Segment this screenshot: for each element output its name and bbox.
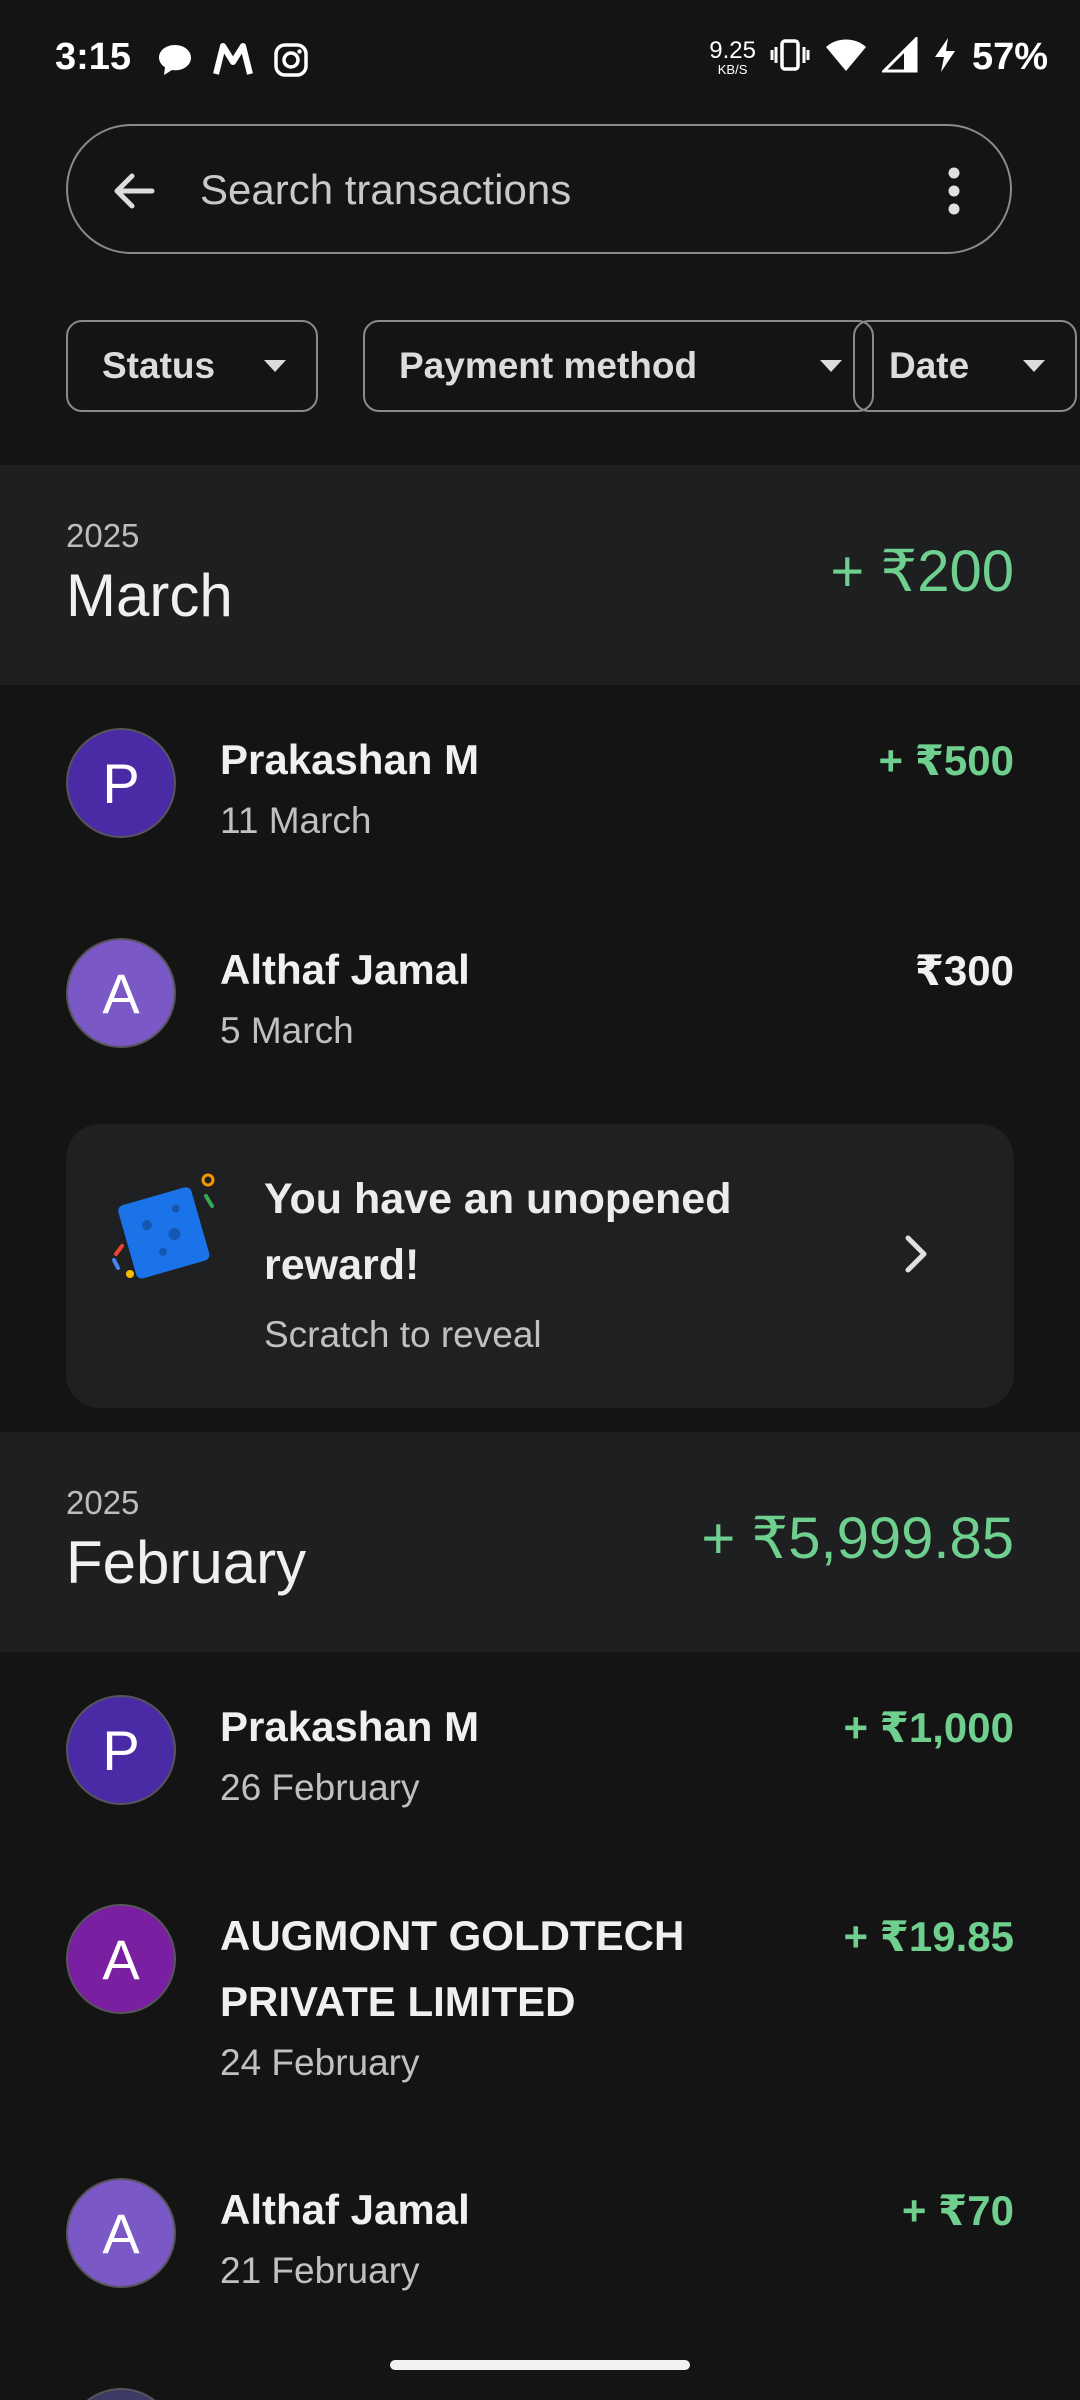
transaction-date: 24 February xyxy=(220,2042,420,2083)
dropdown-arrow-icon xyxy=(1023,360,1045,372)
net-speed: 9.25 KB/S xyxy=(709,37,756,77)
back-arrow-icon[interactable] xyxy=(108,165,160,217)
reward-card[interactable]: You have an unopened reward! Scratch to … xyxy=(66,1124,1014,1408)
reward-title: You have an unopened reward! xyxy=(264,1175,732,1289)
avatar: A xyxy=(66,2178,176,2288)
payee-name: Althaf Jamal xyxy=(220,2186,470,2233)
chevron-right-icon xyxy=(896,1224,936,1284)
transaction-date: 11 March xyxy=(220,800,372,841)
status-right: 9.25 KB/S 57% xyxy=(709,35,1048,79)
status-app-icons xyxy=(155,40,311,80)
transaction-date: 21 February xyxy=(220,2250,420,2291)
month-year: 2025 xyxy=(66,1484,140,1521)
net-speed-unit: KB/S xyxy=(717,62,748,77)
payee-name: Prakashan M xyxy=(220,1703,480,1750)
status-filter-chip[interactable]: Status xyxy=(66,320,318,412)
chip-label: Date xyxy=(889,345,970,386)
transaction-row[interactable]: A Althaf Jamal 5 March ₹300 xyxy=(0,910,1080,1090)
search-bar[interactable]: Search transactions xyxy=(66,124,1012,254)
payee-name: AUGMONT GOLDTECH PRIVATE LIMITED xyxy=(220,1912,685,2025)
payee-name: Prakashan M xyxy=(220,736,480,783)
avatar: P xyxy=(66,728,176,838)
payee-name: Althaf Jamal xyxy=(220,946,470,993)
transaction-row[interactable]: A AUGMONT GOLDTECH PRIVATE LIMITED 24 Fe… xyxy=(0,1876,1080,2106)
transaction-date: 26 February xyxy=(220,1767,420,1808)
wifi-icon xyxy=(824,37,868,78)
chat-bubble-icon xyxy=(155,40,195,80)
transaction-amount: ₹300 xyxy=(914,947,1014,994)
more-options-icon[interactable] xyxy=(944,165,964,217)
net-speed-value: 9.25 xyxy=(709,37,756,64)
battery-percent: 57% xyxy=(971,36,1048,78)
cell-signal-icon xyxy=(880,35,918,78)
vibrate-icon xyxy=(770,37,810,78)
month-total: + ₹200 xyxy=(830,539,1014,604)
screen: 3:15 9.25 KB/S 57% Search transactions S… xyxy=(0,0,1080,2400)
instagram-icon xyxy=(271,40,311,80)
scratch-card-icon xyxy=(106,1166,226,1286)
transaction-amount: + ₹19.85 xyxy=(843,1913,1014,1960)
dropdown-arrow-icon xyxy=(820,360,842,372)
search-input[interactable]: Search transactions xyxy=(200,166,571,214)
chip-label: Payment method xyxy=(399,345,698,386)
avatar: A xyxy=(66,1904,176,2014)
myntra-icon xyxy=(213,40,253,80)
status-time: 3:15 xyxy=(55,36,132,78)
month-total: + ₹5,999.85 xyxy=(701,1506,1014,1571)
transaction-row[interactable]: P Prakashan M 11 March + ₹500 xyxy=(0,700,1080,880)
date-filter-chip[interactable]: Date xyxy=(853,320,1077,412)
month-name: March xyxy=(66,562,233,629)
month-header-february: 2025 February + ₹5,999.85 xyxy=(0,1432,1080,1652)
chip-label: Status xyxy=(102,345,216,386)
month-header-march: 2025 March + ₹200 xyxy=(0,465,1080,685)
avatar: P xyxy=(66,1695,176,1805)
payment-method-filter-chip[interactable]: Payment method xyxy=(363,320,874,412)
transaction-amount: + ₹500 xyxy=(878,737,1015,784)
transaction-row[interactable]: A Althaf Jamal 21 February + ₹70 xyxy=(0,2150,1080,2330)
dropdown-arrow-icon xyxy=(264,360,286,372)
transaction-amount: + ₹70 xyxy=(901,2187,1014,2234)
home-indicator[interactable] xyxy=(390,2360,690,2370)
transaction-amount: + ₹1,000 xyxy=(843,1704,1014,1751)
avatar: A xyxy=(66,938,176,1048)
reward-subtitle: Scratch to reveal xyxy=(264,1314,542,1355)
status-bar: 3:15 9.25 KB/S 57% xyxy=(0,0,1080,120)
transaction-row[interactable]: P Prakashan M 26 February + ₹1,000 xyxy=(0,1667,1080,1847)
month-name: February xyxy=(66,1529,307,1596)
avatar xyxy=(66,2388,176,2400)
transaction-date: 5 March xyxy=(220,1010,354,1051)
charging-icon xyxy=(932,36,958,79)
month-year: 2025 xyxy=(66,517,140,554)
